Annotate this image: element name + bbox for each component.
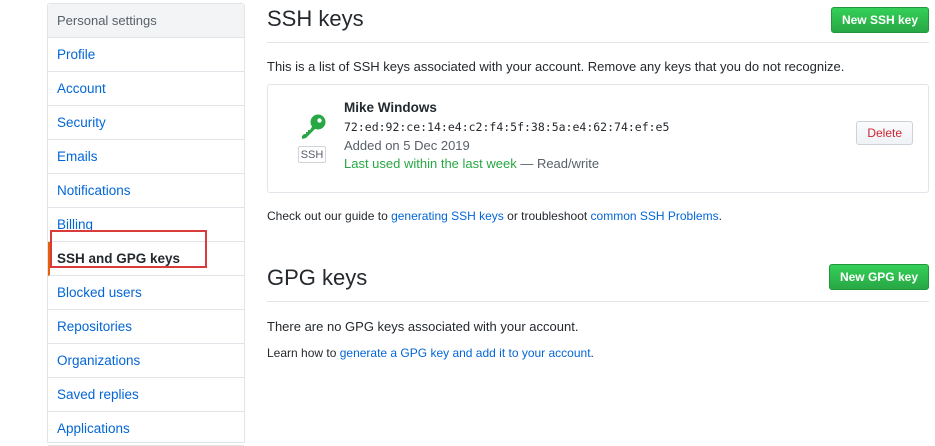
sidebar-item-applications[interactable]: Applications	[48, 412, 244, 446]
last-used-text: Last used within the last week	[344, 156, 517, 171]
ssh-description: This is a list of SSH keys associated wi…	[267, 59, 845, 74]
key-name: Mike Windows	[344, 100, 437, 115]
main-content: SSH keys New SSH key This is a list of S…	[267, 0, 929, 360]
gpg-empty-text: There are no GPG keys associated with yo…	[267, 319, 579, 334]
key-icon	[296, 113, 330, 144]
learn-suffix: .	[590, 346, 594, 360]
sidebar-item-ssh-gpg-keys[interactable]: SSH and GPG keys	[48, 242, 244, 276]
sidebar-item-repositories[interactable]: Repositories	[48, 310, 244, 344]
gpg-learn-text: Learn how to generate a GPG key and add …	[267, 346, 594, 360]
access-level-text: — Read/write	[516, 156, 600, 171]
ssh-key-item: SSH Mike Windows 72:ed:92:ce:14:e4:c2:f4…	[267, 84, 929, 193]
sidebar-header: Personal settings	[48, 4, 244, 38]
key-fingerprint: 72:ed:92:ce:14:e4:c2:f4:5f:38:5a:e4:62:7…	[344, 120, 670, 134]
settings-sidebar: Personal settings Profile Account Securi…	[47, 3, 245, 446]
sidebar-item-notifications[interactable]: Notifications	[48, 174, 244, 208]
sidebar-item-saved-replies[interactable]: Saved replies	[48, 378, 244, 412]
guide-middle: or troubleshoot	[503, 209, 591, 223]
key-added-date: Added on 5 Dec 2019	[344, 138, 470, 153]
ssh-section-header: SSH keys New SSH key	[267, 0, 929, 43]
delete-key-button[interactable]: Delete	[856, 121, 913, 145]
sidebar-item-billing[interactable]: Billing	[48, 208, 244, 242]
sidebar-item-security[interactable]: Security	[48, 106, 244, 140]
sidebar-item-profile[interactable]: Profile	[48, 38, 244, 72]
sidebar-item-account[interactable]: Account	[48, 72, 244, 106]
sidebar-item-blocked-users[interactable]: Blocked users	[48, 276, 244, 310]
key-last-used: Last used within the last week — Read/wr…	[344, 156, 599, 171]
sidebar-item-emails[interactable]: Emails	[48, 140, 244, 174]
generate-gpg-key-link[interactable]: generate a GPG key and add it to your ac…	[340, 346, 591, 360]
new-gpg-key-button[interactable]: New GPG key	[828, 264, 929, 290]
guide-prefix: Check out our guide to	[267, 209, 392, 223]
learn-prefix: Learn how to	[267, 346, 340, 360]
guide-suffix: .	[718, 209, 722, 223]
ssh-keys-title: SSH keys	[267, 6, 364, 31]
new-ssh-key-button[interactable]: New SSH key	[830, 7, 929, 33]
gpg-keys-title: GPG keys	[267, 265, 368, 290]
ssh-type-badge: SSH	[298, 146, 326, 163]
generating-ssh-keys-link[interactable]: generating SSH keys	[391, 209, 504, 223]
sidebar-item-organizations[interactable]: Organizations	[48, 344, 244, 378]
ssh-guide-text: Check out our guide to generating SSH ke…	[267, 209, 722, 223]
common-ssh-problems-link[interactable]: common SSH Problems	[591, 209, 719, 223]
gpg-section-header: GPG keys New GPG key	[267, 259, 929, 302]
